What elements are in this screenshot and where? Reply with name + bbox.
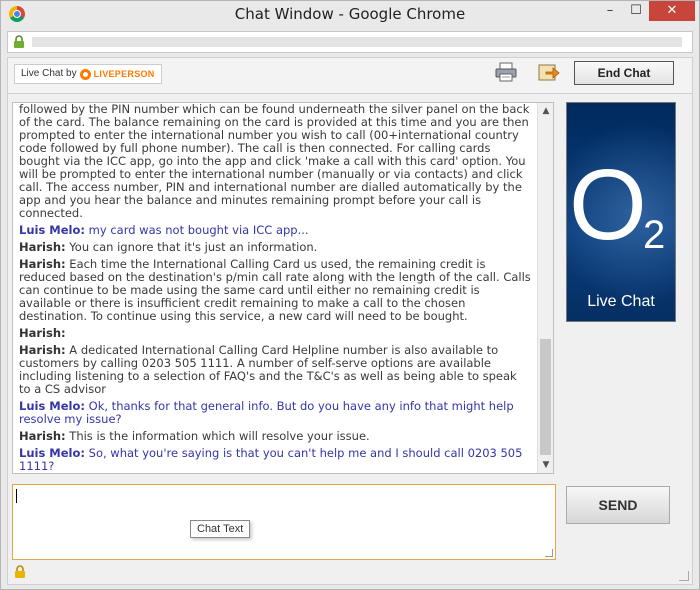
message-text: followed by the PIN number which can be … (19, 102, 530, 220)
lock-icon (14, 35, 24, 48)
liveperson-logo-icon (79, 68, 91, 80)
chat-text-tooltip: Chat Text (190, 520, 251, 538)
user-message: Luis Melo: Ok, thanks for that general i… (19, 400, 531, 426)
message-sender: Harish: (19, 240, 66, 254)
title-bar: Chat Window - Google Chrome – ☐ ✕ (1, 1, 699, 27)
message-sender: Harish: (19, 326, 66, 340)
window-resize-icon[interactable] (679, 571, 689, 581)
maximize-button[interactable]: ☐ (623, 1, 649, 21)
text-caret (16, 489, 17, 503)
message-text: Each time the International Calling Card… (19, 257, 531, 323)
transcript-scrollbar[interactable]: ▲ ▼ (537, 103, 553, 473)
o2-logo-2: 2 (643, 213, 666, 257)
minimize-button[interactable]: – (597, 1, 623, 21)
chat-transcript[interactable]: followed by the PIN number which can be … (12, 102, 554, 474)
chat-toolbar: Live Chat by LIVEPERSON End Chat (8, 58, 692, 94)
printer-icon[interactable] (495, 62, 517, 82)
message-text: You can ignore that it's just an informa… (69, 240, 318, 254)
secure-lock-icon (15, 565, 25, 578)
message-sender: Harish: (19, 343, 66, 357)
chat-content: Live Chat by LIVEPERSON End Chat followe… (7, 57, 693, 585)
chat-text-input[interactable] (12, 484, 556, 560)
message-sender: Harish: (19, 257, 66, 271)
agent-message: Harish: A dedicated International Callin… (19, 344, 531, 396)
live-chat-label: Live Chat (587, 293, 655, 310)
scroll-down-icon[interactable]: ▼ (538, 457, 553, 473)
resize-grip-icon[interactable] (545, 549, 553, 557)
window-title: Chat Window - Google Chrome (234, 5, 466, 23)
message-list: followed by the PIN number which can be … (13, 103, 537, 473)
address-bar[interactable] (7, 31, 693, 53)
message-text: This is the information which will resol… (69, 429, 370, 443)
scroll-up-icon[interactable]: ▲ (538, 103, 553, 119)
agent-message: Harish: Each time the International Call… (19, 258, 531, 323)
send-button[interactable]: SEND (566, 486, 670, 524)
agent-message: followed by the PIN number which can be … (19, 103, 531, 220)
scrollbar-thumb[interactable] (540, 339, 551, 455)
o2-live-chat-banner: O 2 Live Chat (566, 102, 676, 322)
close-button[interactable]: ✕ (649, 1, 695, 21)
live-chat-by-label: Live Chat by (21, 68, 77, 79)
o2-logo-o: O (569, 149, 647, 261)
agent-message: Harish: (19, 327, 531, 340)
message-text: A dedicated International Calling Card H… (19, 343, 517, 396)
message-text: my card was not bought via ICC app... (88, 223, 309, 237)
message-sender: Harish: (19, 429, 66, 443)
user-message: Luis Melo: my card was not bought via IC… (19, 224, 531, 237)
agent-message: Harish: You can ignore that it's just an… (19, 241, 531, 254)
message-sender: Luis Melo: (19, 446, 85, 460)
liveperson-name: LIVEPERSON (93, 69, 155, 79)
agent-message: Harish: This is the information which wi… (19, 430, 531, 443)
message-sender: Luis Melo: (19, 399, 85, 413)
user-message: Luis Melo: So, what you're saying is tha… (19, 447, 531, 473)
url-text-redacted (32, 37, 682, 47)
export-transcript-icon[interactable] (538, 62, 560, 82)
browser-window: Chat Window - Google Chrome – ☐ ✕ Live C… (0, 0, 700, 590)
end-chat-button[interactable]: End Chat (574, 61, 674, 85)
message-sender: Luis Melo: (19, 223, 85, 237)
liveperson-badge[interactable]: Live Chat by LIVEPERSON (14, 64, 162, 84)
message-text: Ok, thanks for that general info. But do… (19, 399, 514, 426)
message-text: So, what you're saying is that you can't… (19, 446, 523, 473)
